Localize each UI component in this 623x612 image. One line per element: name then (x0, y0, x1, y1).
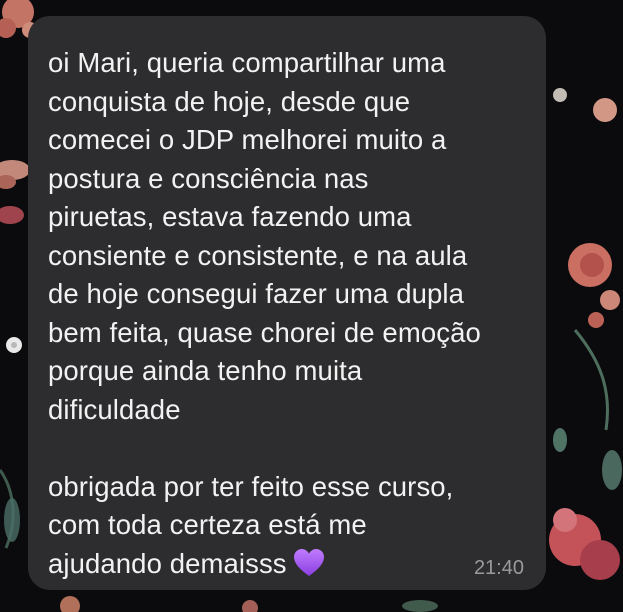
wallpaper-flower (549, 508, 620, 580)
wallpaper-flower (0, 160, 30, 224)
purple-heart-icon (293, 548, 325, 578)
message-paragraph: obrigada por ter feito esse curso, com t… (48, 470, 454, 579)
wallpaper-flower (553, 88, 620, 328)
message-text: oi Mari, queria compartilhar uma conquis… (48, 44, 526, 583)
wallpaper-flower (6, 337, 22, 353)
message-timestamp: 21:40 (473, 557, 524, 579)
message-paragraph: oi Mari, queria compartilhar uma conquis… (48, 47, 481, 425)
message-bubble[interactable]: oi Mari, queria compartilhar uma conquis… (28, 16, 546, 590)
